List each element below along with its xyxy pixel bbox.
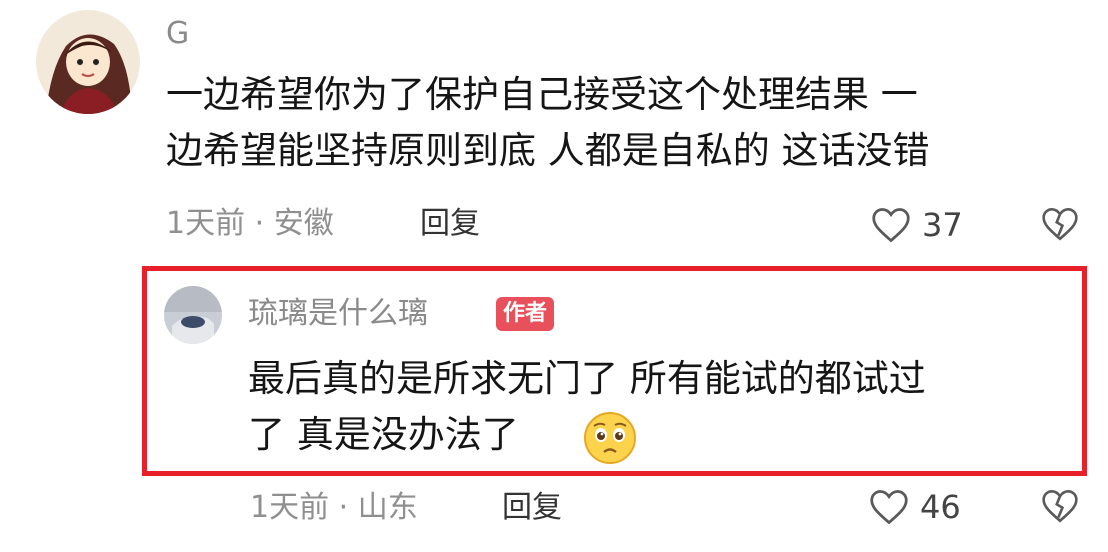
like-button[interactable]: 37 bbox=[870, 204, 970, 246]
avatar[interactable] bbox=[36, 10, 140, 114]
anime-girl-avatar-icon bbox=[36, 10, 140, 114]
avatar[interactable] bbox=[164, 286, 222, 344]
reply-button[interactable]: 回复 bbox=[502, 490, 562, 526]
comment-text-line: 最后真的是所求无门了 所有能试的都试过 bbox=[248, 357, 926, 400]
reply-button[interactable]: 回复 bbox=[420, 206, 480, 242]
comment-meta: 1天前 · 安徽 bbox=[166, 206, 334, 241]
dislike-button[interactable] bbox=[1040, 488, 1082, 528]
comment-username[interactable]: 琉璃是什么璃 bbox=[248, 296, 428, 332]
comment-text-line: 了 真是没办法了 bbox=[248, 413, 519, 456]
comment-text-line: 边希望能坚持原则到底 人都是自私的 这话没错 bbox=[166, 129, 930, 172]
broken-heart-icon bbox=[1042, 207, 1078, 241]
like-count: 46 bbox=[920, 488, 961, 526]
heart-icon bbox=[872, 208, 910, 243]
pleading-face-emoji bbox=[584, 412, 636, 464]
broken-heart-icon bbox=[1042, 489, 1078, 523]
dislike-button[interactable] bbox=[1040, 206, 1082, 246]
photo-avatar-icon bbox=[164, 286, 222, 344]
like-count: 37 bbox=[922, 206, 963, 244]
comment-username[interactable]: G bbox=[166, 16, 189, 52]
author-badge: 作者 bbox=[496, 297, 555, 331]
heart-icon bbox=[870, 490, 908, 525]
comment-meta: 1天前 · 山东 bbox=[250, 490, 418, 525]
like-button[interactable]: 46 bbox=[868, 486, 968, 528]
comment-text-line: 一边希望你为了保护自己接受这个处理结果 一 bbox=[166, 73, 918, 116]
